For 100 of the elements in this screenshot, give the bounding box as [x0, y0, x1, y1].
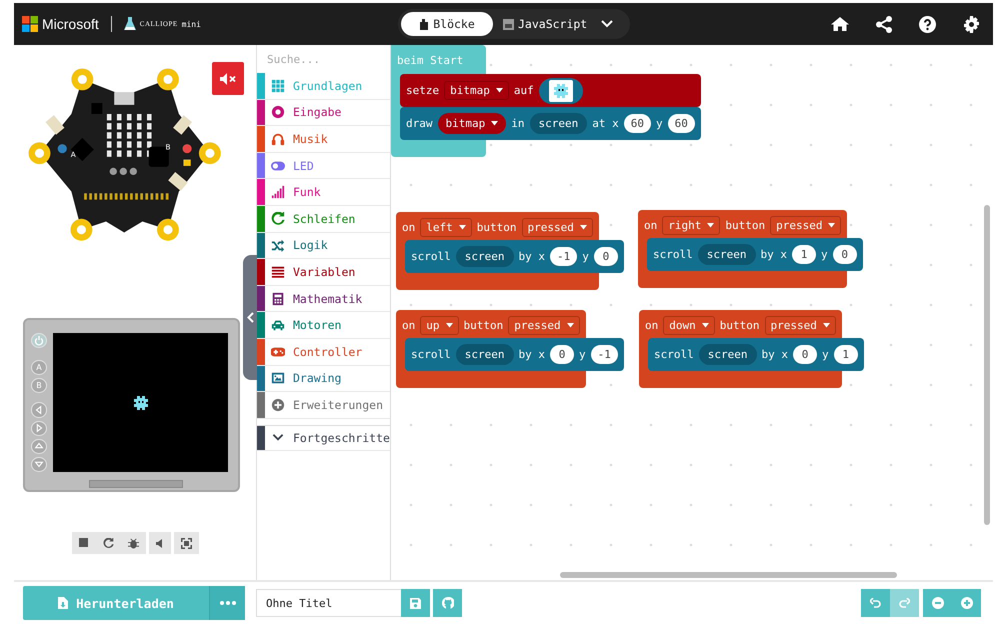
category-item[interactable]: Mathematik [257, 286, 390, 312]
category-item[interactable]: Erweiterungen [257, 392, 390, 419]
restart-icon[interactable] [102, 538, 114, 548]
category-item[interactable]: Drawing [257, 366, 390, 392]
category-item[interactable]: Eingabe [257, 100, 390, 126]
number-field[interactable]: 0 [550, 345, 574, 364]
save-icon [410, 598, 421, 608]
statement-block[interactable]: scroll screen by x 1 y 0 [647, 238, 863, 271]
category-item[interactable]: Controller [257, 338, 390, 366]
statement-block[interactable]: setze bitmap auf [400, 74, 701, 107]
image-field[interactable] [538, 78, 583, 104]
undo-button[interactable] [861, 589, 890, 617]
brand-name: Microsoft [42, 16, 99, 32]
category-item[interactable]: Schleifen [257, 206, 390, 233]
mute-button[interactable] [212, 62, 244, 95]
help-icon[interactable] [919, 16, 936, 32]
mute-sim-button[interactable] [148, 532, 170, 554]
chevron-down-icon[interactable] [601, 20, 614, 28]
number-field[interactable]: 0 [793, 345, 817, 364]
category-item[interactable]: LED [257, 152, 390, 180]
minus-icon [932, 597, 944, 609]
block-label: scroll [654, 348, 694, 361]
block-label: draw [406, 117, 432, 130]
zoom-out-button[interactable] [923, 589, 952, 617]
caret-icon [496, 88, 503, 93]
caret-icon [446, 322, 452, 328]
stop-icon[interactable] [78, 538, 88, 548]
category-item[interactable]: Fortgeschritte [257, 424, 390, 452]
variable-pill[interactable]: screen [530, 113, 588, 134]
car-icon [271, 318, 285, 332]
down-button[interactable] [31, 456, 47, 472]
triangle-right-icon [34, 423, 44, 434]
signal-icon [271, 185, 285, 200]
power-button[interactable] [31, 333, 47, 348]
category-item[interactable]: Motoren [257, 312, 390, 339]
puzzle-icon [419, 18, 430, 30]
block-label: button [476, 220, 516, 234]
dropdown[interactable]: pressed [764, 316, 836, 334]
button-label: A [70, 150, 76, 159]
block-label: y [656, 117, 663, 130]
number-field[interactable]: 60 [624, 114, 651, 133]
number-field[interactable]: 0 [832, 245, 857, 264]
fullscreen-button[interactable] [174, 532, 198, 554]
dropdown[interactable]: bitmap [444, 81, 509, 100]
up-button[interactable] [31, 438, 47, 454]
category-item[interactable]: Logik [257, 232, 390, 260]
variable-pill[interactable]: screen [456, 344, 514, 365]
statement-block[interactable]: draw bitmap in screen at x 60 y 60 [400, 107, 701, 140]
editor-tab[interactable]: Blöcke [401, 12, 493, 36]
dropdown[interactable]: down [663, 316, 715, 334]
variable-pill[interactable]: screen [698, 344, 756, 365]
category-item[interactable]: Musik [257, 126, 390, 153]
target-icon [271, 105, 285, 120]
more-button[interactable] [209, 586, 245, 620]
plus-icon [960, 597, 972, 609]
variable-dropdown[interactable]: bitmap [438, 113, 506, 134]
settings-icon[interactable] [963, 16, 980, 32]
dropdown[interactable]: up [420, 316, 458, 334]
variable-pill[interactable]: screen [456, 246, 514, 267]
number-field[interactable]: 60 [668, 114, 695, 133]
caret-icon [828, 222, 836, 228]
dropdown[interactable]: pressed [508, 316, 580, 334]
right-button[interactable] [31, 420, 47, 436]
variable-pill[interactable]: screen [698, 244, 756, 265]
zoom-in-button[interactable] [952, 589, 981, 617]
block-label: in [511, 117, 524, 130]
project-name-field[interactable]: Ohne Titel [256, 589, 401, 617]
number-field[interactable]: 0 [594, 247, 618, 266]
editor-tab[interactable]: JavaScript [499, 12, 592, 36]
dropdown[interactable]: pressed [770, 216, 842, 234]
number-field[interactable]: 1 [834, 345, 858, 364]
statement-block[interactable]: scroll screen by x 0 y -1 [405, 338, 624, 371]
block-label: beim Start [397, 54, 464, 66]
scrollbar[interactable] [560, 572, 897, 578]
category-item[interactable]: Funk [257, 179, 390, 206]
number-field[interactable]: -1 [590, 345, 618, 364]
scrollbar[interactable] [984, 205, 990, 525]
github-button[interactable] [433, 589, 462, 617]
product-suffix: mini [182, 20, 201, 28]
home-icon[interactable] [831, 16, 849, 32]
statement-block[interactable]: scroll screen by x -1 y 0 [405, 240, 624, 273]
bug-icon[interactable] [128, 538, 138, 548]
share-icon[interactable] [876, 16, 892, 32]
dropdown[interactable]: pressed [522, 218, 593, 236]
block-label: at x [592, 117, 619, 130]
collapse-handle[interactable] [243, 255, 257, 380]
block-label: on [402, 318, 416, 332]
dropdown[interactable]: right [662, 216, 720, 234]
headphones-icon [271, 132, 285, 146]
dropdown[interactable]: left [420, 218, 472, 236]
ellipsis-icon [220, 601, 236, 605]
image-icon [271, 371, 285, 386]
windows-logo-icon [22, 16, 38, 32]
number-field[interactable]: -1 [550, 247, 578, 266]
redo-button[interactable] [890, 589, 919, 617]
left-button[interactable] [31, 402, 47, 418]
number-field[interactable]: 1 [792, 245, 816, 264]
statement-block[interactable]: scroll screen by x 0 y 1 [648, 338, 864, 371]
category-item[interactable]: Variablen [257, 259, 390, 286]
save-button[interactable] [401, 589, 430, 617]
